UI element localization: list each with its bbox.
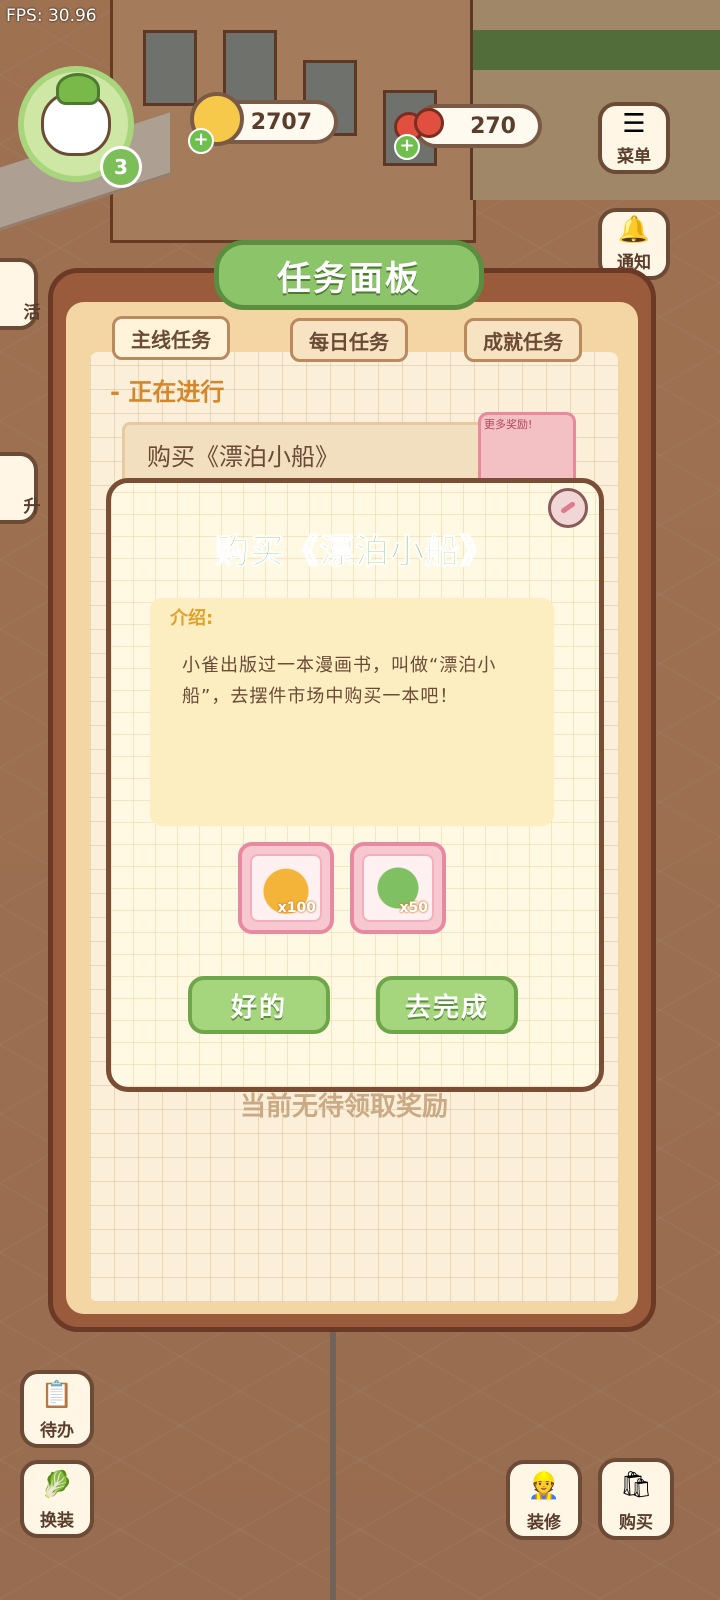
tab-daily-tasks[interactable]: 每日任务 xyxy=(290,318,408,362)
menu-button[interactable]: ☰ 菜单 xyxy=(598,102,670,174)
ok-button[interactable]: 好的 xyxy=(188,976,330,1034)
radish-avatar-icon xyxy=(41,73,111,156)
shopping-bag-icon: 🛍 xyxy=(619,1470,653,1500)
add-coins-button[interactable]: + xyxy=(188,128,214,154)
tab-achievement-tasks[interactable]: 成就任务 xyxy=(464,318,582,362)
shop-label: 购买 xyxy=(619,1513,653,1533)
decorate-button[interactable]: 👷 装修 xyxy=(506,1460,582,1540)
decorate-label: 装修 xyxy=(527,1513,561,1533)
go-complete-button[interactable]: 去完成 xyxy=(376,976,518,1034)
in-progress-heading: - 正在进行 xyxy=(110,378,225,406)
add-cherries-button[interactable]: + xyxy=(394,134,420,160)
tab-main-tasks[interactable]: 主线任务 xyxy=(112,316,230,360)
intro-text: 小雀出版过一本漫画书，叫做“漂泊小船”，去摆件市场中购买一本吧！ xyxy=(182,655,497,707)
menu-icon: ☰ xyxy=(622,109,646,139)
reward-qty: x100 xyxy=(277,900,316,916)
event-button[interactable]: 活 xyxy=(0,258,41,330)
reward-item[interactable]: x50 xyxy=(350,842,446,934)
reward-item[interactable]: x100 xyxy=(238,842,334,934)
player-level-badge: 3 xyxy=(100,146,142,188)
intro-heading: 介绍: xyxy=(170,608,214,629)
cherry-amount: 270 xyxy=(470,113,516,139)
event-label: 活 xyxy=(23,303,41,323)
intro-box xyxy=(150,598,554,826)
todo-button[interactable]: 📋 待办 xyxy=(20,1370,94,1448)
fps-counter: FPS: 30.96 xyxy=(6,6,97,26)
coin-amount: 2707 xyxy=(250,109,312,135)
menu-label: 菜单 xyxy=(617,147,651,167)
shop-button[interactable]: 🛍 购买 xyxy=(598,1458,674,1540)
dress-label: 换装 xyxy=(40,1511,74,1531)
current-task-label: 购买《漂泊小船》 xyxy=(147,442,339,471)
upgrade-label: 升 xyxy=(23,497,41,517)
clipboard-icon: 📋 xyxy=(40,1380,74,1410)
current-task-card[interactable]: 购买《漂泊小船》 xyxy=(122,422,502,486)
dialog-title: 购买《漂泊小船》 xyxy=(215,532,495,573)
todo-label: 待办 xyxy=(40,1421,74,1441)
upgrade-button[interactable]: 升 xyxy=(0,452,41,524)
cherry-icon-2 xyxy=(414,108,444,138)
close-icon[interactable] xyxy=(548,488,588,528)
bell-icon: 🔔 xyxy=(617,215,651,245)
outfit-icon: 🥬 xyxy=(40,1470,74,1500)
task-panel-title: 任务面板 xyxy=(214,240,484,310)
dress-button[interactable]: 🥬 换装 xyxy=(20,1460,94,1538)
worker-icon: 👷 xyxy=(527,1471,561,1501)
reward-qty: x50 xyxy=(399,900,428,916)
more-rewards-label: 更多奖励! xyxy=(484,418,533,431)
